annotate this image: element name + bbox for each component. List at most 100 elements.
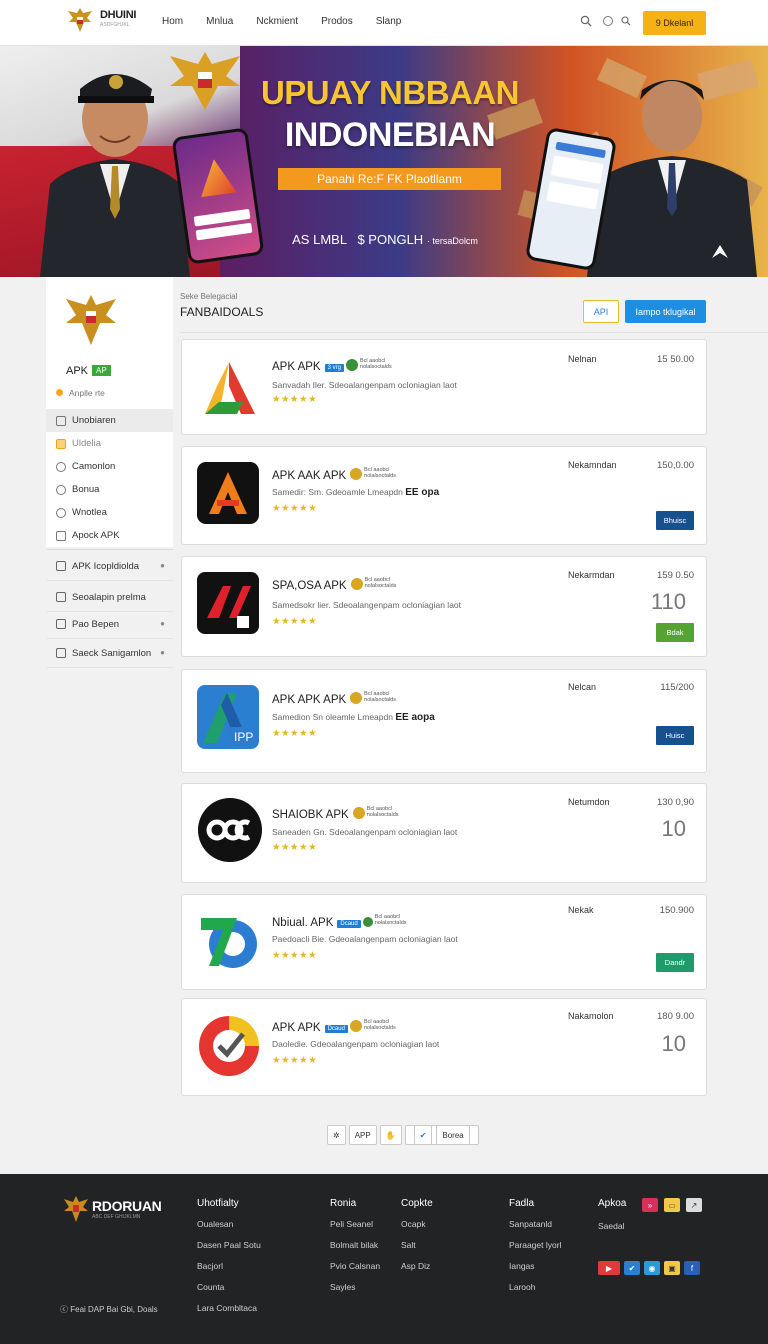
section-header: Seke Belegacial FANBAIDOALS [180,292,263,319]
app-downloads: 130 0,90 [657,797,694,808]
sidebar-item-4[interactable]: Wnotlea [46,501,173,524]
app-name: Nbiual. APK DcaudBcl aaobcl nolalsoctalds [272,914,407,929]
nav-link-home[interactable]: Hom [162,16,183,27]
nav-link-menu[interactable]: Mnlua [206,16,233,27]
app-card[interactable]: IPP APK APK APK Bcl aaobcl nolalsoctalds S… [181,669,707,773]
app-card[interactable]: SPA,OSA APK Bcl aaobcl nolalsoctalds Samed… [181,556,707,657]
footer-link[interactable]: Bolmalt bilak [330,1240,380,1261]
app-card[interactable]: APK APK 3 vrgBcl aaobcl nolalsoctalds Sanv… [181,339,707,435]
footer-column-title: Ronia [330,1198,357,1209]
footer-link[interactable]: Ocapk [401,1219,433,1240]
sidebar-item-1[interactable]: Uldelia [46,432,173,455]
sidebar-item-2[interactable]: Camonlon [46,455,173,478]
app-category: Nekak [568,905,594,915]
nav-link-start[interactable]: Slanp [376,16,402,27]
footer-column-title: Apkoa [598,1198,627,1209]
app-card[interactable]: Nbiual. APK DcaudBcl aaobcl nolalsoctalds … [181,894,707,990]
sidebar-item-0[interactable]: Unobiaren [46,409,173,432]
sidebar-group-0[interactable]: APK Icopldiolda ● [46,555,173,581]
app-category: Nelcan [568,682,597,692]
garuda-logo-icon[interactable] [64,4,96,36]
search-small-icon[interactable] [620,15,632,27]
sidebar-group-2[interactable]: Pao Bepen ● [46,613,173,639]
app-count-large: 10 [661,816,686,841]
document-icon [56,592,66,602]
app-name: APK APK APK Bcl aaobcl nolalsoctalds [272,691,396,706]
footer-link[interactable]: Lara Combltaca [197,1303,261,1324]
arrow-logo-icon [712,245,728,258]
footer-link[interactable]: Saedal [598,1221,626,1242]
chevron-right-icon: ● [160,619,165,628]
circle-icon[interactable] [602,15,614,27]
install-button[interactable]: Dandr [656,953,694,972]
app-card[interactable]: SHAIOBK APK Bcl aaobcl nolalsoctalds Sanea… [181,783,707,883]
rating-stars: ★★★★★ [272,616,318,627]
app-category: Nekarmdan [568,570,615,580]
app-description: Daoledie. Gdeoalangenpam ocloniagian lao… [272,1039,440,1049]
app-icon-green-seven [201,918,257,968]
footer-link[interactable]: Larooh [509,1282,561,1303]
download-cta-button[interactable]: 9 Dkelanl [643,11,706,35]
api-button[interactable]: API [583,300,619,323]
hero-banner: UPUAY NBBAAN INDONEBIAN Panahi Re:F FK P… [0,46,768,277]
install-button[interactable]: Huisc [656,726,694,745]
footer-link[interactable]: Sanpatanld [509,1219,561,1240]
hero-stat-b: $ PONGLH [357,232,424,247]
footer-link[interactable]: Counta [197,1282,261,1303]
footer-link[interactable]: Oualesan [197,1219,261,1240]
social-red-icon[interactable]: » [642,1198,658,1212]
footer-brand[interactable]: RDORUAN [92,1198,162,1214]
brand-name[interactable]: DHUINI [100,9,136,21]
facebook-icon[interactable]: f [684,1261,700,1275]
footer-link[interactable]: Bacjorl [197,1261,261,1282]
app-downloads: 159 0.50 [657,570,694,581]
document-icon [56,561,66,571]
sidebar-item-5[interactable]: Apock APK [46,524,173,547]
instagram-icon[interactable]: ▣ [664,1261,680,1275]
social-gray-icon[interactable]: ↗ [686,1198,702,1212]
app-icon-check-circle [199,1016,259,1076]
app-downloads: 150.900 [659,905,694,916]
footer-column-2: Copkte Ocapk Salt Asp Diz [401,1198,433,1282]
sidebar-garuda-icon [66,295,116,345]
hero-title-line1: UPUAY NBBAAN [260,74,520,111]
footer-link[interactable]: Iangas [509,1261,561,1282]
pager-next-button[interactable]: ✔ Borea [404,1125,479,1145]
app-downloads: 15 50.00 [657,354,694,365]
pager-hand-icon[interactable]: ✋ [379,1125,402,1145]
telegram-icon[interactable]: ◉ [644,1261,660,1275]
install-button[interactable]: Bhuisc [656,511,694,530]
phone-app-logo-icon [196,157,237,198]
pager-swirl-icon[interactable]: ✲ [327,1125,346,1145]
content-area: APK AP Anplle rte Unobiaren Uldelia Camon… [0,277,768,1174]
footer-column-1: Ronia Peli Seanel Bolmalt bilak Pvio Cal… [330,1198,380,1303]
app-badges: Bcl aaobcl nolalsoctalds [350,691,396,705]
footer-link[interactable]: Paraaget lyorl [509,1240,561,1261]
footer-link[interactable]: Dasen Paal Sotu [197,1240,261,1261]
install-button[interactable]: Bdak [656,623,694,642]
hero-stat-a: AS LMBL [292,232,347,247]
footer-link[interactable]: Asp Diz [401,1261,433,1282]
app-card[interactable]: APK AAK APK Bcl aaobcl nolalsoctalds Samed… [181,446,707,545]
sidebar-item-3[interactable]: Bonua [46,478,173,501]
search-icon[interactable] [580,15,592,27]
footer-link[interactable]: Pvio Calsnan [330,1261,380,1282]
footer-link[interactable]: Sayles [330,1282,380,1303]
app-card[interactable]: APK APK DcaudBcl aaobcl nolalsoctalds Daol… [181,998,707,1096]
footer-link[interactable]: Peli Seanel [330,1219,380,1240]
nav-link-market[interactable]: Nckmient [256,16,298,27]
primary-action-button[interactable]: Iampo tklugikal [625,300,706,323]
sidebar-group-1[interactable]: Seoalapin prelma [46,586,173,612]
app-name: SPA,OSA APK Bcl aaobcl nolalsoctalds [272,577,397,592]
sidebar-group-3[interactable]: Saeck Sanigamlon ● [46,642,173,668]
nav-link-products[interactable]: Prodos [321,16,353,27]
app-icon-letter-a [197,462,259,524]
footer-link[interactable]: Salt [401,1240,433,1261]
check-social-icon[interactable]: ✔ [624,1261,640,1275]
app-name: APK APK 3 vrgBcl aaobcl nolalsoctalds [272,358,392,373]
youtube-icon[interactable]: ▶ [598,1261,620,1275]
social-yellow-icon[interactable]: ▭ [664,1198,680,1212]
pager-app-button[interactable]: APP [348,1125,377,1145]
footer-garuda-icon [64,1196,88,1222]
app-icon-triangle [205,362,255,414]
